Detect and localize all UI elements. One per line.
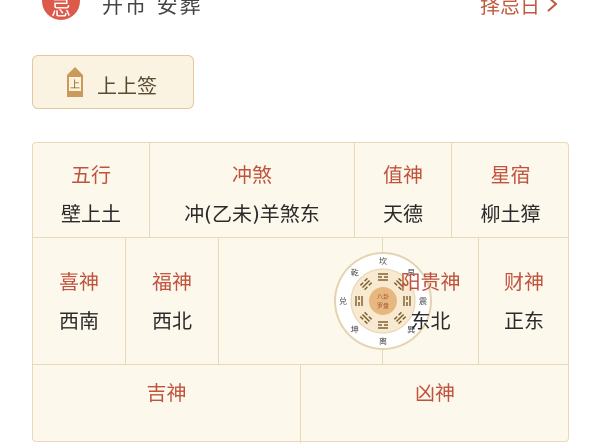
yanggui-value: 东北 — [410, 309, 451, 333]
xiongshen-title: 凶神 — [415, 381, 455, 405]
xingxiu-cell: 星宿 柳土獐 — [452, 143, 569, 238]
xingxiu-title: 星宿 — [490, 163, 531, 187]
chevron-right-icon — [546, 0, 558, 18]
xingxiu-value: 柳土獐 — [480, 202, 541, 226]
caishen-title: 财神 — [504, 270, 544, 294]
fushen-cell: 福神 西北 — [126, 238, 219, 365]
xiongshen-cell: 凶神 — [301, 365, 569, 443]
fortune-stick-icon: 上 — [67, 67, 83, 97]
yanggui-cell: 阳贵神 东北 — [383, 238, 479, 365]
xishen-title: 喜神 — [59, 270, 99, 294]
chongsha-title: 冲煞 — [232, 163, 272, 187]
fortune-lot-button[interactable]: 上 上上签 — [32, 55, 194, 109]
choose-avoid-day-link[interactable]: 择忌日 — [480, 0, 558, 19]
xishen-value: 西南 — [59, 309, 99, 333]
fushen-value: 西北 — [152, 309, 192, 333]
yanggui-title: 阳贵神 — [400, 270, 461, 294]
top-bar: 忌 开市 安葬 择忌日 — [0, 0, 600, 28]
zhishen-title: 值神 — [383, 163, 423, 187]
wuxing-value: 壁上土 — [61, 202, 121, 226]
svg-text:上: 上 — [70, 79, 80, 91]
zhishen-value: 天德 — [383, 202, 423, 226]
avoid-activities: 开市 安葬 — [102, 0, 203, 18]
caishen-cell: 财神 正东 — [479, 238, 569, 365]
bagua-label: 兑 — [339, 296, 347, 306]
jishen-cell: 吉神 — [33, 365, 301, 443]
caishen-value: 正东 — [504, 309, 544, 333]
xishen-cell: 喜神 西南 — [33, 238, 126, 365]
bagua-cell: 坎艮震巽离坤兑乾 八卦 罗盘 — [219, 238, 432, 365]
choose-avoid-day-label: 择忌日 — [480, 0, 540, 18]
bagua-label: 坤 — [350, 324, 358, 334]
wuxing-title: 五行 — [71, 163, 111, 187]
almanac-grid: 五行 壁上土 冲煞 冲(乙未)羊煞东 值神 天德 星宿 柳土獐 喜神 西南 福神… — [32, 142, 569, 443]
fushen-title: 福神 — [152, 270, 192, 294]
bagua-label: 乾 — [350, 268, 358, 278]
fortune-lot-label: 上上签 — [97, 74, 157, 98]
zhishen-cell: 值神 天德 — [355, 143, 452, 238]
chongsha-value: 冲(乙未)羊煞东 — [184, 202, 320, 226]
jishen-title: 吉神 — [146, 381, 187, 405]
wuxing-cell: 五行 壁上土 — [33, 143, 150, 238]
chongsha-cell: 冲煞 冲(乙未)羊煞东 — [150, 143, 355, 238]
avoid-badge: 忌 — [42, 0, 80, 20]
